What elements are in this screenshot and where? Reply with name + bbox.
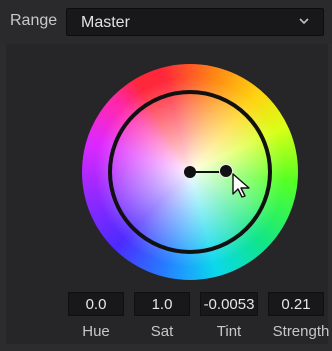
hue-label: Hue: [82, 323, 110, 340]
sat-label: Sat: [150, 323, 174, 340]
range-label: Range: [10, 12, 58, 29]
hue-input[interactable]: 0.0: [68, 292, 124, 316]
range-dropdown-value: Master: [81, 14, 130, 31]
color-wheel[interactable]: [82, 64, 298, 280]
strength-label: Strength: [272, 323, 330, 340]
sat-input[interactable]: 1.0: [134, 292, 190, 316]
chevron-down-icon: [299, 18, 309, 25]
range-dropdown[interactable]: Master: [66, 8, 324, 36]
arrow-cursor-icon: [232, 173, 250, 198]
strength-input[interactable]: 0.21: [268, 292, 324, 316]
tint-label: Tint: [216, 323, 242, 340]
tint-input[interactable]: -0.0053: [200, 292, 258, 316]
range-bar: Range Master: [0, 0, 332, 44]
handle-connector: [190, 171, 220, 173]
parameter-values: 0.0 1.0 -0.0053 0.21: [62, 292, 330, 320]
parameter-labels: Hue Sat Tint Strength: [62, 323, 330, 343]
